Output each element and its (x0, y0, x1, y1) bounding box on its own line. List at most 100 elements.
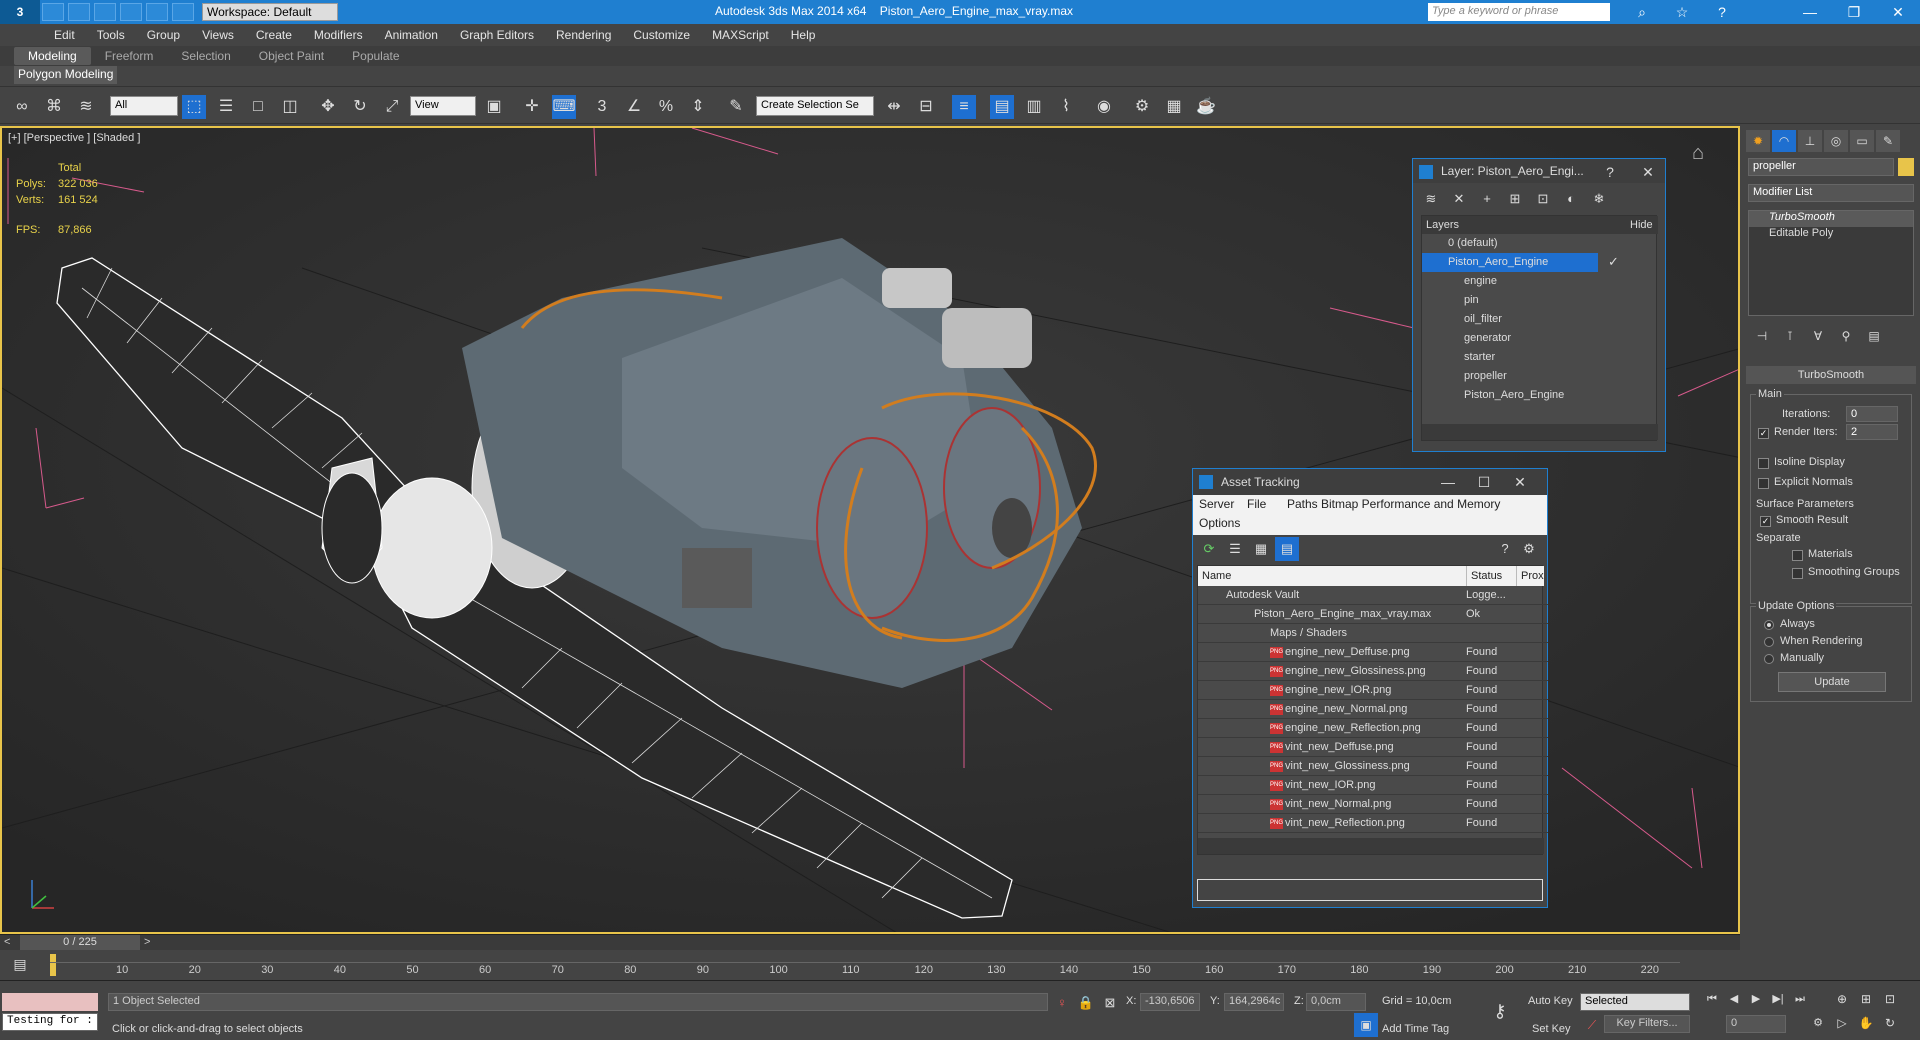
layer-row-starter[interactable]: starter (1422, 348, 1658, 367)
highlight-layer-icon[interactable]: ⊡ (1531, 187, 1555, 211)
menu-tools[interactable]: Tools (97, 28, 125, 42)
material-editor-icon[interactable]: ◉ (1092, 95, 1116, 119)
layer-row-propeller[interactable]: propeller (1422, 367, 1658, 386)
current-frame-field[interactable]: 0 (1726, 1015, 1786, 1033)
help-icon[interactable]: ? (1593, 159, 1627, 185)
update-button[interactable]: Update (1778, 672, 1886, 692)
create-tab-icon[interactable]: ✹ (1746, 130, 1770, 152)
open-file-icon[interactable] (68, 3, 90, 21)
pivot-center-icon[interactable]: ▣ (482, 95, 506, 119)
menu-modifiers[interactable]: Modifiers (314, 28, 363, 42)
percent-snap-icon[interactable]: % (654, 95, 678, 119)
layers-column-header[interactable]: Layers (1426, 216, 1459, 234)
time-slider-thumb[interactable]: 0 / 225 (20, 935, 140, 950)
menu-group[interactable]: Group (147, 28, 180, 42)
scene-explorer-icon[interactable]: ≡ (952, 95, 976, 119)
layer-manager-icon[interactable]: ▤ (990, 95, 1014, 119)
time-slider-prev-icon[interactable]: < (4, 936, 10, 948)
undo-icon[interactable] (120, 3, 142, 21)
selection-lock-icon[interactable]: 🔒 (1074, 991, 1098, 1015)
tab-freeform[interactable]: Freeform (91, 47, 168, 65)
next-frame-icon[interactable]: ▶| (1766, 987, 1790, 1011)
menu-rendering[interactable]: Rendering (556, 28, 611, 42)
star-icon[interactable]: ☆ (1660, 0, 1704, 24)
reference-coord-dropdown[interactable]: View (410, 96, 476, 116)
settings-icon[interactable]: ⚙ (1517, 537, 1541, 561)
align-icon[interactable]: ⊟ (914, 95, 938, 119)
zoom-all-icon[interactable]: ⊞ (1854, 987, 1878, 1011)
asset-row-file[interactable]: PNG engine_new_Deffuse.png Found (1198, 643, 1548, 662)
menu-options[interactable]: Options (1199, 516, 1240, 530)
snaps-toggle-icon[interactable]: 3 (590, 95, 614, 119)
select-manipulate-icon[interactable]: ✛ (520, 95, 544, 119)
time-slider-next-icon[interactable]: > (144, 936, 150, 948)
asset-row-vault[interactable]: Autodesk Vault Logge... (1198, 586, 1548, 605)
menu-maxscript[interactable]: MAXScript (712, 28, 769, 42)
hide-all-layers-icon[interactable]: ◐ (1559, 187, 1583, 211)
edit-named-sel-icon[interactable]: ✎ (724, 95, 748, 119)
layer-row-piston-aero-engine-obj[interactable]: Piston_Aero_Engine (1422, 386, 1658, 405)
move-icon[interactable]: ✥ (316, 95, 340, 119)
project-folder-icon[interactable] (172, 3, 194, 21)
asset-row-file[interactable]: PNG engine_new_Reflection.png Found (1198, 719, 1548, 738)
polygon-modeling-panel[interactable]: Polygon Modeling (14, 66, 118, 84)
hide-column-header[interactable]: Hide (1630, 216, 1653, 234)
maximize-icon[interactable]: ☐ (1467, 469, 1501, 495)
list-view-icon[interactable]: ☰ (1223, 537, 1247, 561)
manually-radio[interactable] (1764, 654, 1774, 664)
menu-server[interactable]: Server (1199, 497, 1234, 511)
select-by-name-icon[interactable]: ☰ (214, 95, 238, 119)
current-frame-marker[interactable] (50, 954, 56, 976)
angle-snap-icon[interactable]: ∠ (622, 95, 646, 119)
prox-column-header[interactable]: Prox (1516, 566, 1544, 586)
tab-modeling[interactable]: Modeling (14, 47, 91, 65)
menu-create[interactable]: Create (256, 28, 292, 42)
zoom-extents-icon[interactable]: ⊡ (1878, 987, 1902, 1011)
layer-list-scrollbar[interactable] (1422, 424, 1658, 440)
mirror-icon[interactable]: ⇹ (882, 95, 906, 119)
keyboard-shortcut-icon[interactable]: ⌨ (552, 95, 576, 119)
active-layer-check-icon[interactable]: ✓ (1608, 254, 1619, 270)
spinner-snap-icon[interactable]: ⇕ (686, 95, 710, 119)
layer-row-pin[interactable]: pin (1422, 291, 1658, 310)
new-layer-icon[interactable]: ≋ (1419, 187, 1443, 211)
key-filters-button[interactable]: Key Filters... (1604, 1015, 1690, 1033)
menu-animation[interactable]: Animation (385, 28, 438, 42)
track-bar[interactable]: ▤ 10 20 30 40 50 60 70 80 90 100 110 120 130 140 150 16… (0, 950, 1920, 980)
rect-selection-icon[interactable]: □ (246, 95, 270, 119)
pin-stack-icon[interactable]: ⊣ (1750, 324, 1774, 348)
add-time-tag[interactable]: Add Time Tag (1382, 1023, 1449, 1035)
close-icon[interactable]: ✕ (1503, 469, 1537, 495)
when-rendering-radio[interactable] (1764, 637, 1774, 647)
help-icon[interactable]: ? (1700, 0, 1744, 24)
render-setup-icon[interactable]: ⚙ (1130, 95, 1154, 119)
maximize-icon[interactable]: ❐ (1832, 0, 1876, 24)
time-config-icon[interactable]: ⚙ (1806, 1011, 1830, 1035)
isoline-display-checkbox[interactable] (1758, 458, 1769, 469)
graphite-tools-icon[interactable]: ▥ (1022, 95, 1046, 119)
minimize-icon[interactable]: — (1431, 469, 1465, 495)
time-slider[interactable]: < 0 / 225 > (0, 934, 1740, 950)
make-unique-icon[interactable]: ∀ (1806, 324, 1830, 348)
asset-row-file[interactable]: PNG vint_new_Normal.png Found (1198, 795, 1548, 814)
zoom-icon[interactable]: ⊕ (1830, 987, 1854, 1011)
search-input[interactable]: Type a keyword or phrase (1428, 3, 1610, 21)
layer-row-engine[interactable]: engine (1422, 272, 1658, 291)
unlink-icon[interactable]: ⌘ (42, 95, 66, 119)
go-to-end-icon[interactable]: ⏭ (1788, 987, 1812, 1011)
table-view-icon[interactable]: ▤ (1275, 537, 1299, 561)
asset-row-file[interactable]: PNG engine_new_IOR.png Found (1198, 681, 1548, 700)
x-coordinate-field[interactable]: -130,6506 (1140, 993, 1200, 1011)
selection-filter-dropdown[interactable]: All (110, 96, 178, 116)
display-tab-icon[interactable]: ▭ (1850, 130, 1874, 152)
turbosmooth-rollout-header[interactable]: TurboSmooth (1746, 366, 1916, 384)
go-to-start-icon[interactable]: ⏮ (1700, 987, 1724, 1011)
curve-editor-icon[interactable]: ⌇ (1054, 95, 1078, 119)
asset-row-file[interactable]: PNG vint_new_Reflection.png Found (1198, 814, 1548, 833)
close-icon[interactable]: ✕ (1631, 159, 1665, 185)
help-icon[interactable]: ? (1493, 537, 1517, 561)
menu-customize[interactable]: Customize (633, 28, 690, 42)
viewcube-icon[interactable]: ⌂ (1692, 142, 1728, 168)
object-color-swatch[interactable] (1898, 158, 1914, 176)
stack-item-turbosmooth[interactable]: TurboSmooth (1749, 211, 1913, 227)
